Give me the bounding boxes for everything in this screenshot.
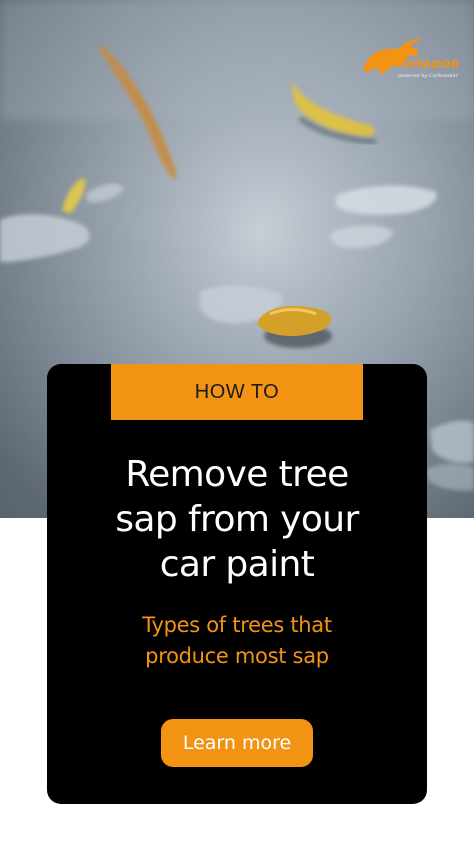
headline-line: Remove tree — [125, 454, 349, 495]
pin-page: FORTADOR powered by Carbreaker HOW TO Re… — [0, 0, 474, 842]
card-subheading: Types of trees that produce most sap — [47, 610, 427, 672]
subhead-line: produce most sap — [145, 644, 329, 668]
badge-label: HOW TO — [194, 380, 280, 403]
card-headline: Remove tree sap from your car paint — [47, 452, 427, 587]
promo-card: HOW TO Remove tree sap from your car pai… — [47, 364, 427, 804]
brand-name: FORTADOR — [389, 58, 460, 71]
headline-line: sap from your — [115, 499, 359, 540]
subhead-line: Types of trees that — [142, 613, 332, 637]
brand-tagline: powered by Carbreaker — [397, 73, 458, 79]
brand-logo[interactable]: FORTADOR powered by Carbreaker — [360, 36, 460, 80]
learn-more-button[interactable]: Learn more — [161, 719, 313, 767]
how-to-badge: HOW TO — [111, 364, 363, 420]
headline-line: car paint — [159, 544, 315, 585]
